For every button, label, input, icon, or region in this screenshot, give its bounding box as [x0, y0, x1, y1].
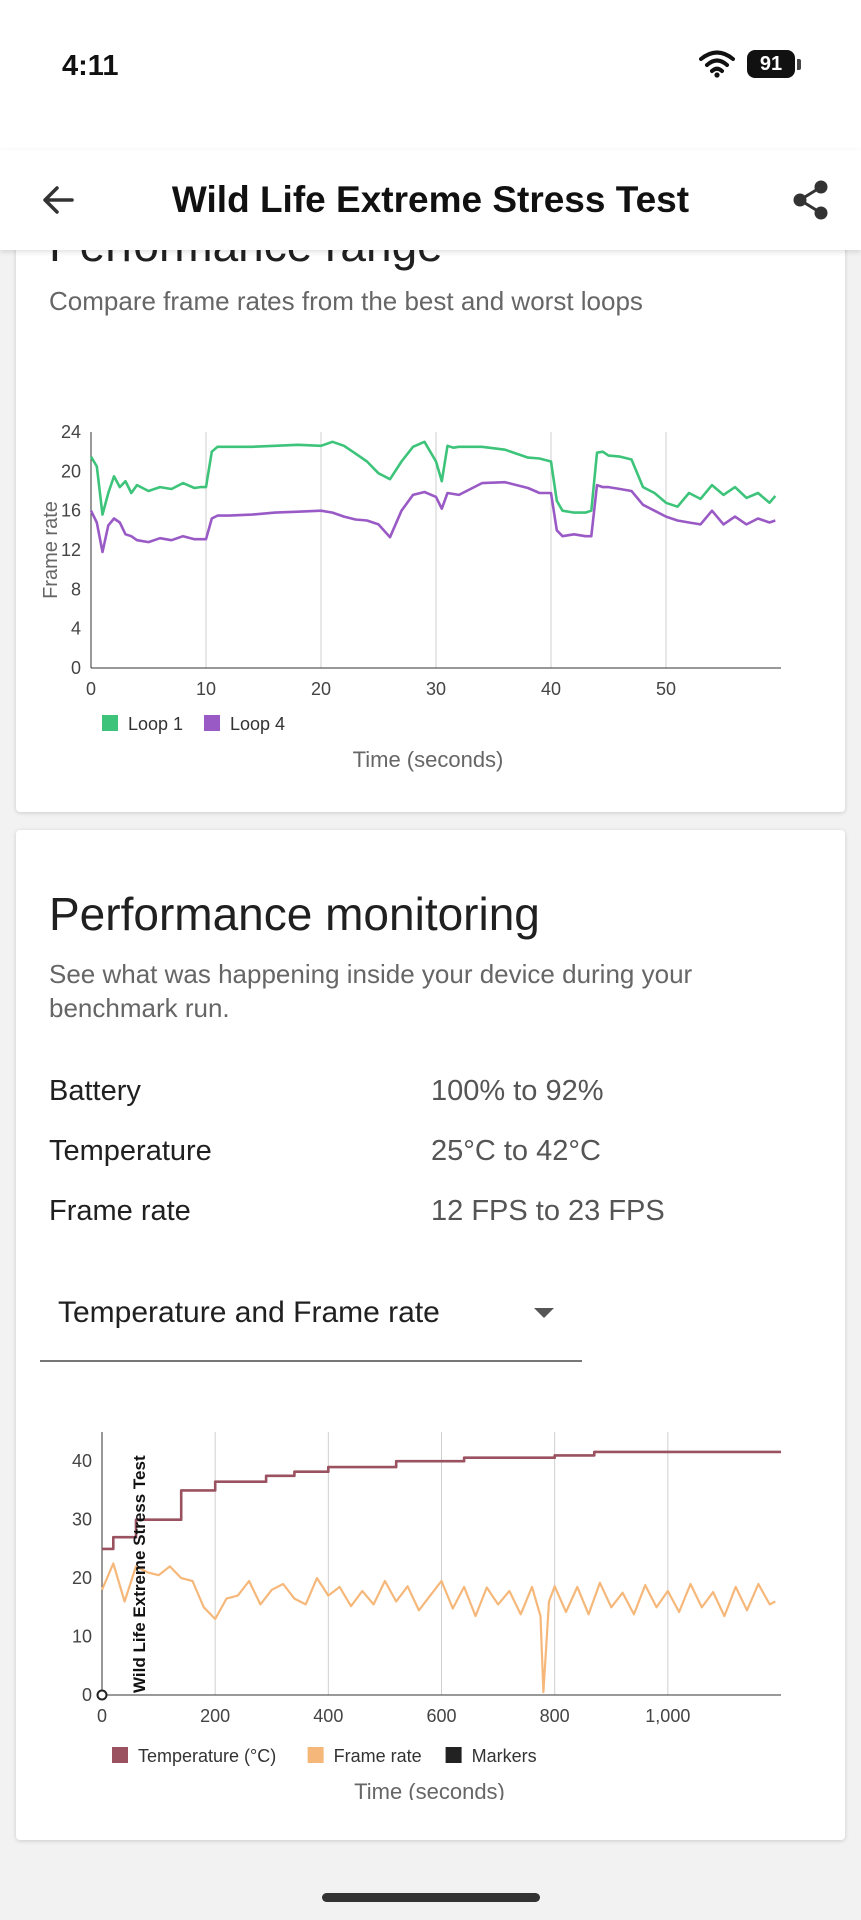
series-line-frame-rate [100, 1562, 776, 1694]
x-tick-label: 0 [86, 679, 96, 699]
y-tick-label: 0 [71, 658, 81, 678]
y-tick-label: 10 [72, 1627, 92, 1647]
x-tick-label: 10 [196, 679, 216, 699]
card-subtitle: Compare frame rates from the best and wo… [49, 286, 643, 316]
legend-swatch [445, 1747, 462, 1763]
x-tick-label: 400 [313, 1706, 343, 1726]
y-axis-label: Frame rate [40, 501, 62, 599]
dropdown-selected-value: Temperature and Frame rate [58, 1296, 440, 1329]
marker-annotation-label: Wild Life Extreme Stress Test [130, 1455, 149, 1693]
frame-rate-range-chart: 0 10 20 30 40 50 0 4 8 12 16 20 24 Frame rate Loop 1 Lo… [40, 422, 781, 772]
marker-point [96, 1689, 108, 1701]
y-tick-label: 30 [72, 1510, 92, 1530]
share-icon [793, 180, 828, 220]
battery-level: 91 [747, 50, 795, 78]
y-tick-label: 4 [71, 619, 81, 639]
x-tick-label: 600 [426, 1706, 456, 1726]
y-tick-label: 16 [61, 501, 81, 521]
legend-swatch [307, 1747, 324, 1763]
status-bar: 4:11 91 [0, 0, 861, 150]
status-time: 4:11 [62, 50, 119, 82]
y-tick-label: 0 [82, 1685, 92, 1705]
temperature-frame-rate-chart: 0 200 400 600 800 1,000 0 10 20 30 40 Wild Life Ext… [72, 1432, 781, 1800]
card-heading: Performance monitoring [49, 888, 540, 940]
stat-label: Frame rate [49, 1195, 191, 1227]
legend-label: Temperature (°C) [138, 1746, 276, 1766]
stat-label: Temperature [49, 1135, 212, 1167]
legend-label: Loop 1 [128, 714, 183, 734]
legend-swatch [102, 715, 118, 731]
app-bar: Wild Life Extreme Stress Test [0, 150, 861, 250]
card-subtitle: See what was happening inside your devic… [49, 959, 693, 1023]
dropdown-arrow-icon [534, 1308, 554, 1318]
y-tick-label: 20 [61, 461, 81, 481]
x-tick-label: 20 [311, 679, 331, 699]
x-axis-label: Time (seconds) [354, 1779, 505, 1800]
performance-range-card: Performance range Compare frame rates fr… [16, 190, 845, 812]
x-tick-label: 200 [200, 1706, 230, 1726]
share-button[interactable] [783, 172, 839, 228]
home-indicator [322, 1893, 540, 1902]
chart-type-dropdown[interactable]: Temperature and Frame rate [40, 1260, 582, 1362]
x-tick-label: 1,000 [645, 1706, 690, 1726]
legend-swatch [112, 1747, 128, 1763]
x-tick-label: 800 [540, 1706, 570, 1726]
x-axis-label: Time (seconds) [353, 747, 504, 772]
legend-swatch [204, 715, 220, 731]
series-line-loop-1 [89, 440, 777, 516]
status-icons: 91 [699, 50, 801, 78]
x-tick-label: 30 [426, 679, 446, 699]
stat-value: 12 FPS to 23 FPS [431, 1195, 665, 1227]
legend-label: Loop 4 [230, 714, 285, 734]
y-tick-label: 12 [61, 540, 81, 560]
y-tick-label: 40 [72, 1451, 92, 1471]
arrow-left-icon [43, 186, 74, 214]
y-tick-label: 20 [72, 1568, 92, 1588]
stat-label: Battery [49, 1075, 141, 1107]
x-tick-label: 0 [97, 1706, 107, 1726]
stat-row-temperature: Temperature 25°C to 42°C [49, 1135, 829, 1185]
legend-label: Frame rate [334, 1746, 422, 1766]
battery-icon: 91 [747, 50, 801, 78]
wifi-icon [699, 50, 735, 78]
series-line-loop-4 [89, 480, 776, 554]
page-title: Wild Life Extreme Stress Test [171, 179, 690, 220]
back-button[interactable] [30, 172, 86, 228]
stat-row-frame-rate: Frame rate 12 FPS to 23 FPS [49, 1195, 829, 1245]
x-tick-label: 50 [656, 679, 676, 699]
y-tick-label: 24 [61, 422, 81, 442]
stat-row-battery: Battery 100% to 92% [49, 1075, 829, 1125]
stat-value: 25°C to 42°C [431, 1135, 601, 1167]
legend-label: Markers [472, 1746, 537, 1766]
y-tick-label: 8 [71, 579, 81, 599]
stat-value: 100% to 92% [431, 1075, 604, 1107]
x-tick-label: 40 [541, 679, 561, 699]
